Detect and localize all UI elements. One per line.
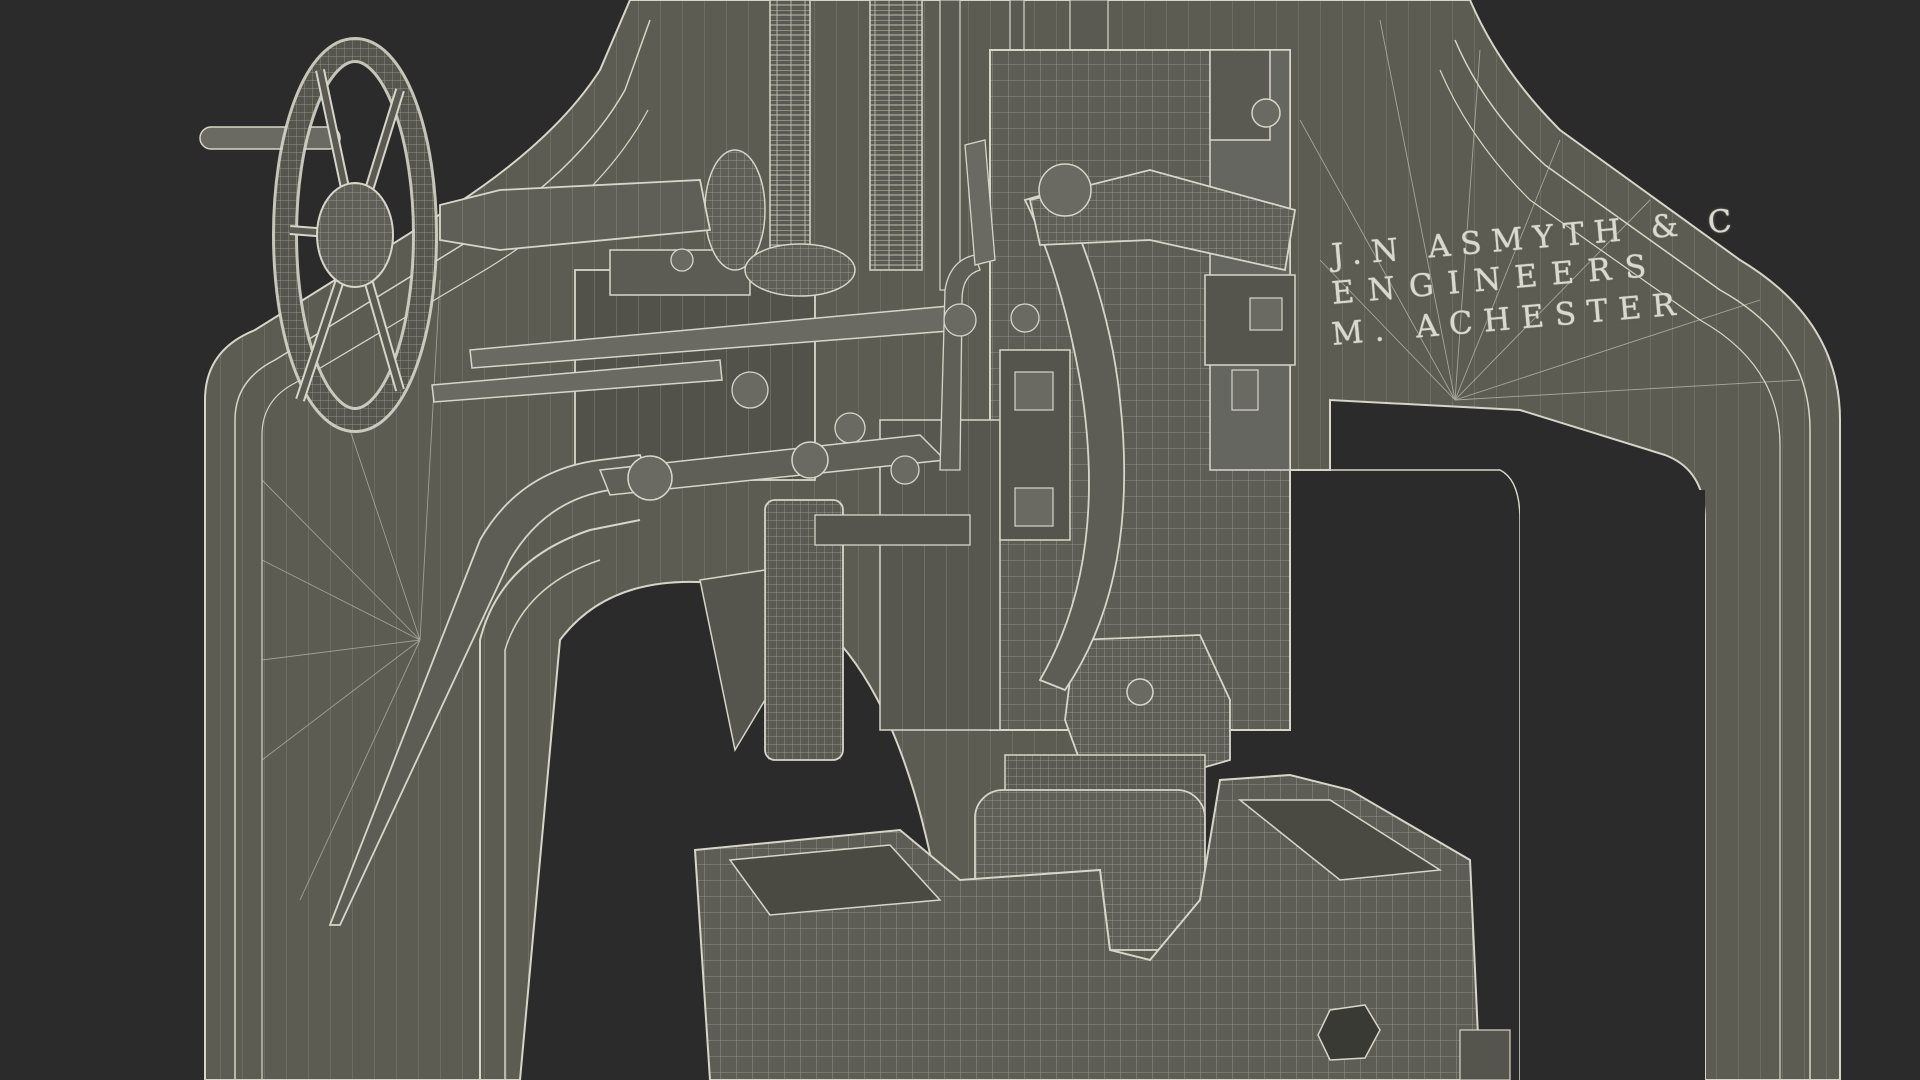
wireframe-render: J.N ASMYTH & C ENGINEERS M. ACHESTER — [0, 0, 1920, 1080]
steam-hammer-model — [199, 0, 1841, 1080]
